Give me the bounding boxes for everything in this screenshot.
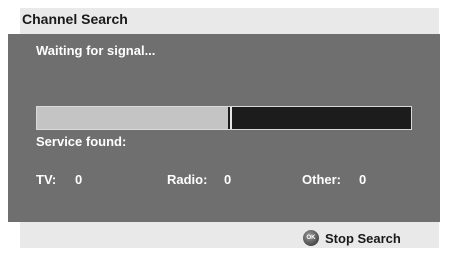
other-count-value: 0 [359, 172, 367, 187]
stop-search-label: Stop Search [325, 230, 401, 246]
status-message: Waiting for signal... [36, 43, 156, 58]
other-count-label: Other: [302, 172, 341, 187]
dialog-title: Channel Search [22, 11, 128, 27]
service-found-heading: Service found: [36, 134, 127, 149]
progress-fill [37, 107, 228, 129]
ok-button-icon: OK [303, 230, 319, 246]
tv-count-value: 0 [75, 172, 83, 187]
radio-count-value: 0 [224, 172, 232, 187]
stop-search-button[interactable]: OK Stop Search [303, 230, 401, 246]
radio-count-label: Radio: [167, 172, 208, 187]
progress-cursor [229, 107, 232, 129]
progress-bar [36, 106, 412, 130]
tv-count-label: TV: [36, 172, 57, 187]
